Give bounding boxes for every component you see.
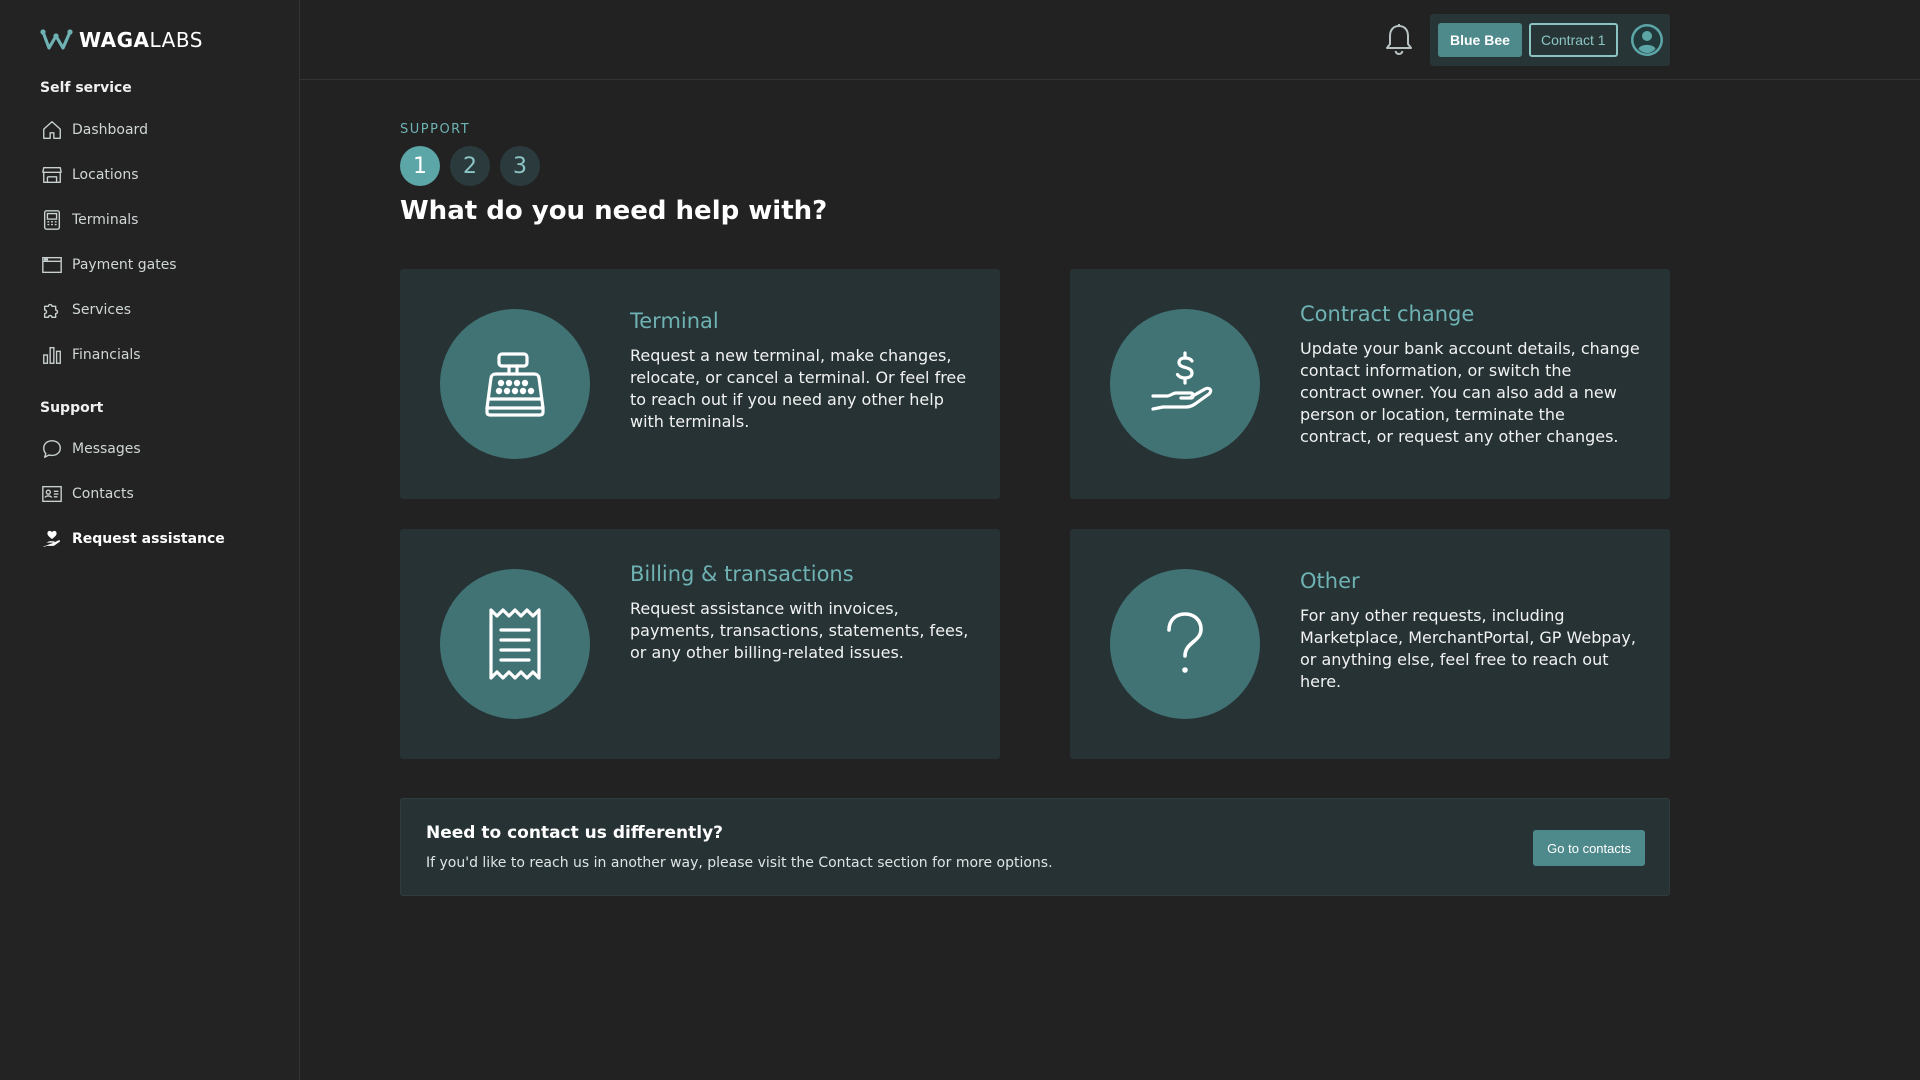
receipt-icon xyxy=(440,569,590,719)
sidebar-item-financials[interactable]: Financials xyxy=(40,340,280,370)
home-icon xyxy=(40,118,64,142)
sidebar-item-services[interactable]: Services xyxy=(40,295,280,325)
card-contract-change[interactable]: Contract change Update your bank account… xyxy=(1070,269,1670,499)
card-description: For any other requests, including Market… xyxy=(1300,606,1636,691)
card-title: Terminal xyxy=(630,309,719,333)
card-title: Contract change xyxy=(1300,302,1475,326)
card-title: Billing & transactions xyxy=(630,562,854,586)
store-icon xyxy=(40,163,64,187)
account-button[interactable]: Blue Bee xyxy=(1438,23,1522,57)
sidebar-item-payment-gates[interactable]: Payment gates xyxy=(40,250,280,280)
sidebar-item-label: Dashboard xyxy=(72,122,148,138)
sidebar-item-label: Services xyxy=(72,302,132,318)
waga-logo-icon xyxy=(40,29,73,50)
card-terminal[interactable]: Terminal Request a new terminal, make ch… xyxy=(400,269,1000,499)
sidebar: WAGALABS Self service Dashboard Location… xyxy=(0,0,300,1080)
card-description: Request assistance with invoices, paymen… xyxy=(630,599,969,662)
step-3[interactable]: 3 xyxy=(500,146,540,186)
sidebar-item-label: Contacts xyxy=(72,486,134,502)
sidebar-item-label: Request assistance xyxy=(72,531,225,547)
sidebar-item-label: Financials xyxy=(72,347,141,363)
sidebar-item-dashboard[interactable]: Dashboard xyxy=(40,115,280,145)
chat-bubble-icon xyxy=(40,437,64,461)
hand-heart-icon xyxy=(40,527,64,551)
sidebar-item-request-assistance[interactable]: Request assistance xyxy=(40,524,280,554)
sidebar-item-terminals[interactable]: Terminals xyxy=(40,205,280,235)
top-bar xyxy=(300,0,1920,80)
section-label: SUPPORT xyxy=(400,122,471,137)
sidebar-item-label: Payment gates xyxy=(72,257,177,273)
card-other[interactable]: Other For any other requests, including … xyxy=(1070,529,1670,759)
contract-button[interactable]: Contract 1 xyxy=(1529,23,1618,57)
sidebar-item-contacts[interactable]: Contacts xyxy=(40,479,280,509)
sidebar-item-locations[interactable]: Locations xyxy=(40,160,280,190)
card-billing-transactions[interactable]: Billing & transactions Request assistanc… xyxy=(400,529,1000,759)
step-1[interactable]: 1 xyxy=(400,146,440,186)
support-heading: Support xyxy=(40,400,104,416)
question-mark-icon xyxy=(1110,569,1260,719)
sidebar-item-label: Locations xyxy=(72,167,139,183)
bell-icon[interactable] xyxy=(1382,22,1416,58)
sidebar-item-label: Terminals xyxy=(72,212,139,228)
step-indicator: 1 2 3 xyxy=(400,146,540,186)
sidebar-item-label: Messages xyxy=(72,441,141,457)
terminal-icon xyxy=(40,208,64,232)
go-to-contacts-button[interactable]: Go to contacts xyxy=(1533,830,1645,866)
step-2[interactable]: 2 xyxy=(450,146,490,186)
card-description: Update your bank account details, change… xyxy=(1300,339,1640,446)
window-icon xyxy=(40,253,64,277)
sidebar-item-messages[interactable]: Messages xyxy=(40,434,280,464)
card-description: Request a new terminal, make changes, re… xyxy=(630,346,967,431)
bar-chart-icon xyxy=(40,343,64,367)
brand-name: WAGALABS xyxy=(79,28,203,52)
account-switcher: Blue Bee Contract 1 xyxy=(1430,14,1670,66)
banner-title: Need to contact us differently? xyxy=(426,823,724,843)
contact-card-icon xyxy=(40,482,64,506)
banner-description: If you'd like to reach us in another way… xyxy=(426,855,1053,871)
cash-register-icon xyxy=(440,309,590,459)
self-service-heading: Self service xyxy=(40,80,132,96)
puzzle-icon xyxy=(40,298,64,322)
dollar-hand-icon xyxy=(1110,309,1260,459)
card-title: Other xyxy=(1300,569,1360,593)
page-title: What do you need help with? xyxy=(400,196,828,226)
brand-logo[interactable]: WAGALABS xyxy=(40,28,203,52)
contact-banner: Need to contact us differently? If you'd… xyxy=(400,798,1670,896)
user-avatar-icon[interactable] xyxy=(1630,23,1664,57)
